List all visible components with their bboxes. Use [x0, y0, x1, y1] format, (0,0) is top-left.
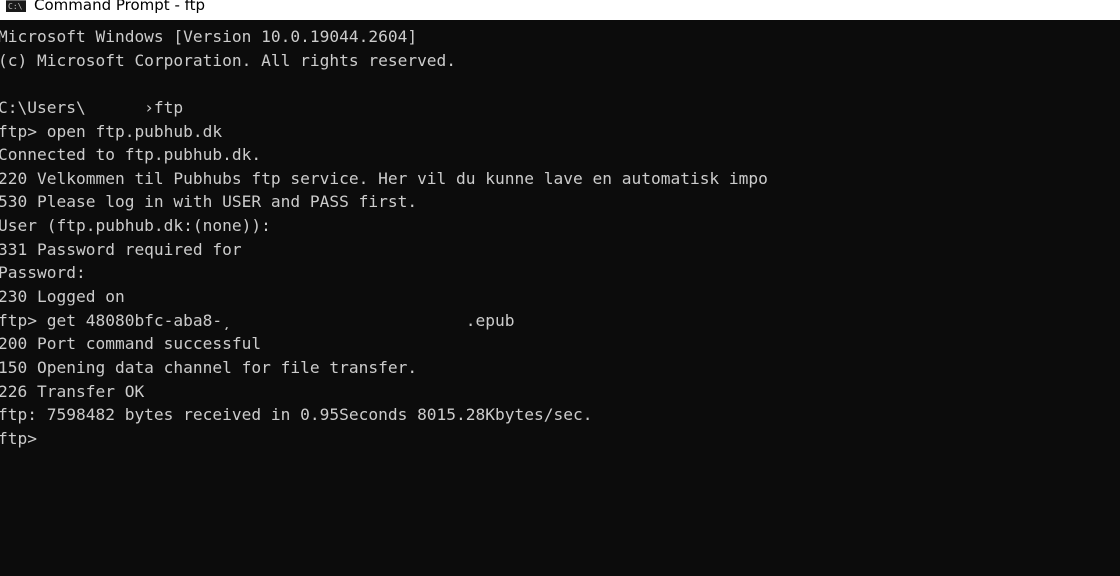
- command-prompt-line[interactable]: ftp>: [0, 427, 1120, 451]
- console-line: Password:: [0, 263, 86, 283]
- title-bar[interactable]: C:\ Command Prompt - ftp: [0, 0, 1120, 20]
- console-line: ftp: 7598482 bytes received in 0.95Secon…: [0, 405, 593, 425]
- console-line: 150 Opening data channel for file transf…: [0, 357, 418, 377]
- command-prompt-window: C:\ Command Prompt - ftp Microsoft Windo…: [0, 0, 1120, 576]
- console-line: 331 Password required for: [0, 239, 242, 259]
- console-line: Microsoft Windows [Version 10.0.19044.26…: [0, 27, 418, 46]
- console-line: 200 Port command successful: [0, 334, 262, 354]
- console-line: (c) Microsoft Corporation. All rights re…: [0, 50, 457, 70]
- console-line: 230 Logged on: [0, 287, 125, 307]
- console-line: 226 Transfer OK: [0, 381, 145, 401]
- console-line: User (ftp.pubhub.dk:(none)):: [0, 216, 271, 236]
- console-line: 530 Please log in with USER and PASS fir…: [0, 192, 418, 212]
- console-line: Connected to ftp.pubhub.dk.: [0, 145, 262, 165]
- console-line: C:\Users\ ›ftp: [0, 97, 184, 117]
- console-line: ftp> get 48080bfc-aba8-̦ .epub: [0, 310, 515, 330]
- console-line: ftp> open ftp.pubhub.dk: [0, 121, 223, 141]
- console-line: 220 Velkommen til Pubhubs ftp service. H…: [0, 168, 768, 188]
- console-lines: Microsoft Windows [Version 10.0.19044.26…: [0, 20, 1120, 451]
- console-output[interactable]: Microsoft Windows [Version 10.0.19044.26…: [0, 20, 1120, 576]
- window-title: Command Prompt - ftp: [34, 0, 206, 14]
- console-icon: C:\: [6, 0, 26, 12]
